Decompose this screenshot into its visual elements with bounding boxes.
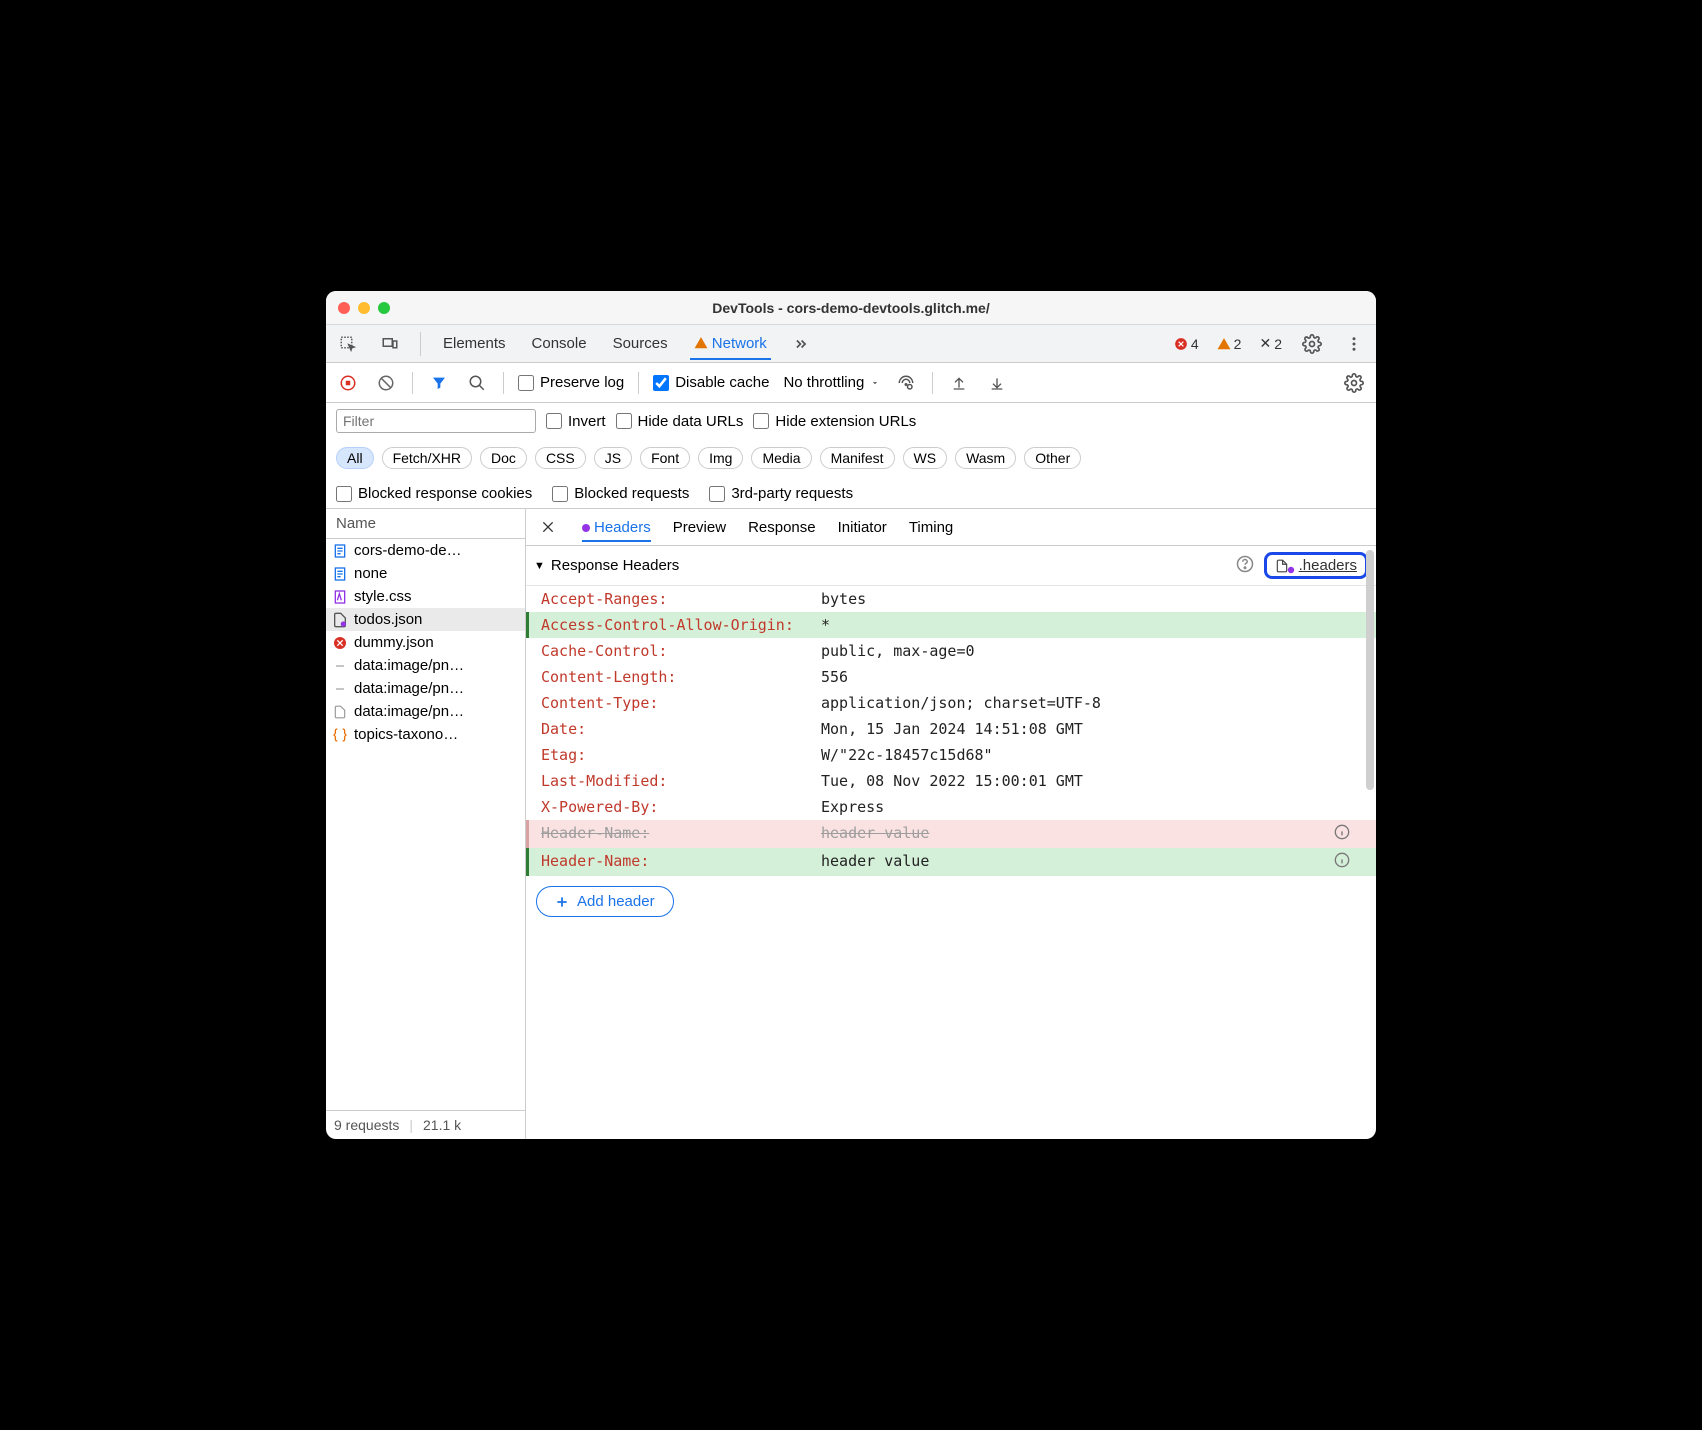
header-row[interactable]: Content-Type:application/json; charset=U… <box>526 690 1376 716</box>
help-icon[interactable] <box>1236 555 1254 577</box>
detail-tab-initiator[interactable]: Initiator <box>838 519 887 536</box>
type-chip-doc[interactable]: Doc <box>480 447 527 469</box>
zoom-window-button[interactable] <box>378 302 390 314</box>
request-row[interactable]: style.css <box>326 585 525 608</box>
header-row[interactable]: Accept-Ranges:bytes <box>526 586 1376 612</box>
detail-tab-response[interactable]: Response <box>748 519 816 536</box>
search-icon[interactable] <box>465 371 489 395</box>
scrollbar[interactable] <box>1366 550 1374 790</box>
header-row[interactable]: Etag:W/"22c-18457c15d68" <box>526 742 1376 768</box>
header-row[interactable]: Cache-Control:public, max-age=0 <box>526 638 1376 664</box>
request-row[interactable]: cors-demo-de… <box>326 539 525 562</box>
override-dot-icon <box>582 524 590 532</box>
header-row[interactable]: Last-Modified:Tue, 08 Nov 2022 15:00:01 … <box>526 768 1376 794</box>
header-row[interactable]: Date:Mon, 15 Jan 2024 14:51:08 GMT <box>526 716 1376 742</box>
type-chip-ws[interactable]: WS <box>903 447 948 469</box>
settings-icon[interactable] <box>1300 332 1324 356</box>
request-row[interactable]: data:image/pn… <box>326 700 525 723</box>
tab-elements[interactable]: Elements <box>439 335 510 352</box>
type-chip-other[interactable]: Other <box>1024 447 1081 469</box>
record-button[interactable] <box>336 371 360 395</box>
throttling-select[interactable]: No throttling <box>783 374 880 391</box>
hide-data-urls-checkbox[interactable]: Hide data URLs <box>616 413 744 430</box>
network-conditions-icon[interactable] <box>894 371 918 395</box>
header-row[interactable]: Header-Name:header value <box>526 820 1376 848</box>
blocked-cookies-checkbox[interactable]: Blocked response cookies <box>336 485 532 502</box>
blocked-requests-checkbox[interactable]: Blocked requests <box>552 485 689 502</box>
more-tabs-icon[interactable] <box>789 332 813 356</box>
panel-tabbar: Elements Console Sources Network 4 2 ✕ 2 <box>326 325 1376 363</box>
collapse-icon: ▼ <box>534 560 545 572</box>
invert-checkbox[interactable]: Invert <box>546 413 606 430</box>
filter-input[interactable] <box>336 409 536 433</box>
request-count: 9 requests <box>334 1117 399 1133</box>
info-icon[interactable] <box>1334 852 1364 872</box>
kebab-menu-icon[interactable] <box>1342 332 1366 356</box>
status-bar: 9 requests | 21.1 k <box>326 1110 525 1139</box>
request-row[interactable]: topics-taxono… <box>326 723 525 746</box>
type-chip-font[interactable]: Font <box>640 447 690 469</box>
header-row[interactable]: X-Powered-By:Express <box>526 794 1376 820</box>
detail-panel: Headers Preview Response Initiator Timin… <box>526 509 1376 1139</box>
network-settings-icon[interactable] <box>1342 371 1366 395</box>
error-count-badge[interactable]: 4 <box>1174 336 1199 352</box>
disable-cache-checkbox[interactable]: Disable cache <box>653 374 769 391</box>
network-toolbar: Preserve log Disable cache No throttling <box>326 363 1376 403</box>
type-filter-chips: All Fetch/XHR Doc CSS JS Font Img Media Manifest… <box>336 443 1366 469</box>
request-row[interactable]: todos.json <box>326 608 525 631</box>
type-chip-manifest[interactable]: Manifest <box>820 447 895 469</box>
type-chip-wasm[interactable]: Wasm <box>955 447 1016 469</box>
name-column-header[interactable]: Name <box>326 509 525 539</box>
tab-network[interactable]: Network <box>690 335 771 360</box>
detail-tab-timing[interactable]: Timing <box>909 519 953 536</box>
request-list: cors-demo-de…nonestyle.csstodos.jsondumm… <box>326 539 525 1110</box>
download-har-icon[interactable] <box>985 371 1009 395</box>
header-row[interactable]: Header-Name:header value <box>526 848 1376 876</box>
type-chip-fetchxhr[interactable]: Fetch/XHR <box>382 447 472 469</box>
response-headers-section[interactable]: ▼ Response Headers .headers <box>526 546 1376 586</box>
type-chip-media[interactable]: Media <box>751 447 811 469</box>
add-header-button[interactable]: Add header <box>536 886 674 917</box>
detail-tabs: Headers Preview Response Initiator Timin… <box>526 509 1376 546</box>
request-row[interactable]: dummy.json <box>326 631 525 654</box>
request-row[interactable]: none <box>326 562 525 585</box>
type-chip-css[interactable]: CSS <box>535 447 586 469</box>
transfer-size: 21.1 k <box>423 1117 461 1133</box>
device-icon[interactable] <box>378 332 402 356</box>
preserve-log-checkbox[interactable]: Preserve log <box>518 374 624 391</box>
detail-tab-headers[interactable]: Headers <box>582 519 651 542</box>
header-row[interactable]: Content-Length:556 <box>526 664 1376 690</box>
titlebar: DevTools - cors-demo-devtools.glitch.me/ <box>326 291 1376 325</box>
devtools-window: DevTools - cors-demo-devtools.glitch.me/… <box>326 291 1376 1139</box>
response-headers-table: Accept-Ranges:bytesAccess-Control-Allow-… <box>526 586 1376 876</box>
tab-sources[interactable]: Sources <box>609 335 672 352</box>
tab-console[interactable]: Console <box>528 335 591 352</box>
close-window-button[interactable] <box>338 302 350 314</box>
blocked-count-badge[interactable]: ✕ 2 <box>1259 335 1282 352</box>
filter-bar: Invert Hide data URLs Hide extension URL… <box>326 403 1376 509</box>
hide-extension-urls-checkbox[interactable]: Hide extension URLs <box>753 413 916 430</box>
inspect-icon[interactable] <box>336 332 360 356</box>
clear-button[interactable] <box>374 371 398 395</box>
headers-override-link[interactable]: .headers <box>1264 552 1368 579</box>
type-chip-js[interactable]: JS <box>594 447 632 469</box>
type-chip-img[interactable]: Img <box>698 447 743 469</box>
minimize-window-button[interactable] <box>358 302 370 314</box>
type-chip-all[interactable]: All <box>336 447 374 469</box>
window-controls <box>326 302 402 314</box>
section-title: Response Headers <box>551 557 679 574</box>
filter-toggle-icon[interactable] <box>427 371 451 395</box>
detail-tab-preview[interactable]: Preview <box>673 519 726 536</box>
warning-count-badge[interactable]: 2 <box>1217 336 1242 352</box>
request-row[interactable]: data:image/pn… <box>326 677 525 700</box>
upload-har-icon[interactable] <box>947 371 971 395</box>
header-row[interactable]: Access-Control-Allow-Origin:* <box>526 612 1376 638</box>
third-party-checkbox[interactable]: 3rd-party requests <box>709 485 853 502</box>
request-list-panel: Name cors-demo-de…nonestyle.csstodos.jso… <box>326 509 526 1139</box>
close-detail-icon[interactable] <box>536 515 560 539</box>
window-title: DevTools - cors-demo-devtools.glitch.me/ <box>326 300 1376 316</box>
info-icon[interactable] <box>1334 824 1364 844</box>
request-row[interactable]: data:image/pn… <box>326 654 525 677</box>
